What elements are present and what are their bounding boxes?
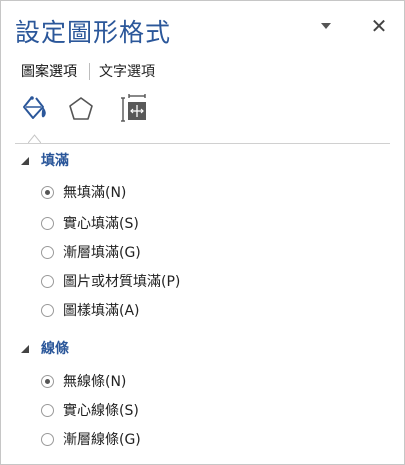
radio-button[interactable] xyxy=(41,185,54,199)
radio-button[interactable] xyxy=(41,303,54,317)
radio-button[interactable] xyxy=(41,432,54,446)
category-icon-tabs xyxy=(19,93,159,127)
radio-label: 圖片或材質填滿(P) xyxy=(63,274,181,290)
radio-button[interactable] xyxy=(41,374,54,388)
close-icon: ✕ xyxy=(370,14,388,38)
pane-title: 設定圖形格式 xyxy=(15,18,172,47)
radio-picture-texture-fill[interactable]: 圖片或材質填滿(P) xyxy=(41,271,180,291)
effects-pentagon-icon[interactable] xyxy=(65,93,97,125)
tab-shape-options[interactable]: 圖案選項 xyxy=(19,61,79,81)
radio-label: 實心填滿(S) xyxy=(63,216,139,232)
radio-button[interactable] xyxy=(41,216,54,230)
radio-button[interactable] xyxy=(41,245,54,259)
collapse-triangle-icon xyxy=(21,157,29,165)
radio-no-fill[interactable]: 無填滿(N) xyxy=(41,182,126,202)
radio-gradient-line[interactable]: 漸層線條(G) xyxy=(41,429,141,449)
radio-gradient-fill[interactable]: 漸層填滿(G) xyxy=(41,242,141,262)
section-line-header[interactable]: 線條 xyxy=(21,338,69,358)
chevron-down-icon xyxy=(321,23,331,29)
section-fill-label: 填滿 xyxy=(41,153,69,169)
radio-solid-fill[interactable]: 實心填滿(S) xyxy=(41,213,139,233)
radio-label: 漸層填滿(G) xyxy=(63,245,141,261)
radio-label: 無填滿(N) xyxy=(63,185,127,201)
radio-label: 漸層線條(G) xyxy=(63,432,141,448)
radio-solid-line[interactable]: 實心線條(S) xyxy=(41,400,139,420)
format-shape-pane: 設定圖形格式 ✕ 圖案選項 文字選項 填滿 無填滿(N) 實心填滿(S) 漸層填… xyxy=(0,0,405,465)
radio-no-line[interactable]: 無線條(N) xyxy=(41,371,126,391)
divider xyxy=(15,143,390,144)
pane-options-button[interactable] xyxy=(315,15,337,37)
fill-line-icon[interactable] xyxy=(19,93,51,125)
radio-label: 圖樣填滿(A) xyxy=(63,303,140,319)
tab-separator xyxy=(89,62,90,80)
radio-label: 實心線條(S) xyxy=(63,403,139,419)
radio-button[interactable] xyxy=(41,403,54,417)
radio-pattern-fill[interactable]: 圖樣填滿(A) xyxy=(41,300,140,320)
tab-text-options[interactable]: 文字選項 xyxy=(97,61,157,81)
options-tabs: 圖案選項 文字選項 xyxy=(19,61,157,81)
collapse-triangle-icon xyxy=(21,345,29,353)
section-fill-header[interactable]: 填滿 xyxy=(21,150,69,170)
radio-button[interactable] xyxy=(41,274,54,288)
section-line-label: 線條 xyxy=(41,341,69,357)
close-button[interactable]: ✕ xyxy=(367,14,391,38)
radio-label: 無線條(N) xyxy=(63,374,127,390)
size-properties-icon[interactable] xyxy=(119,93,151,125)
